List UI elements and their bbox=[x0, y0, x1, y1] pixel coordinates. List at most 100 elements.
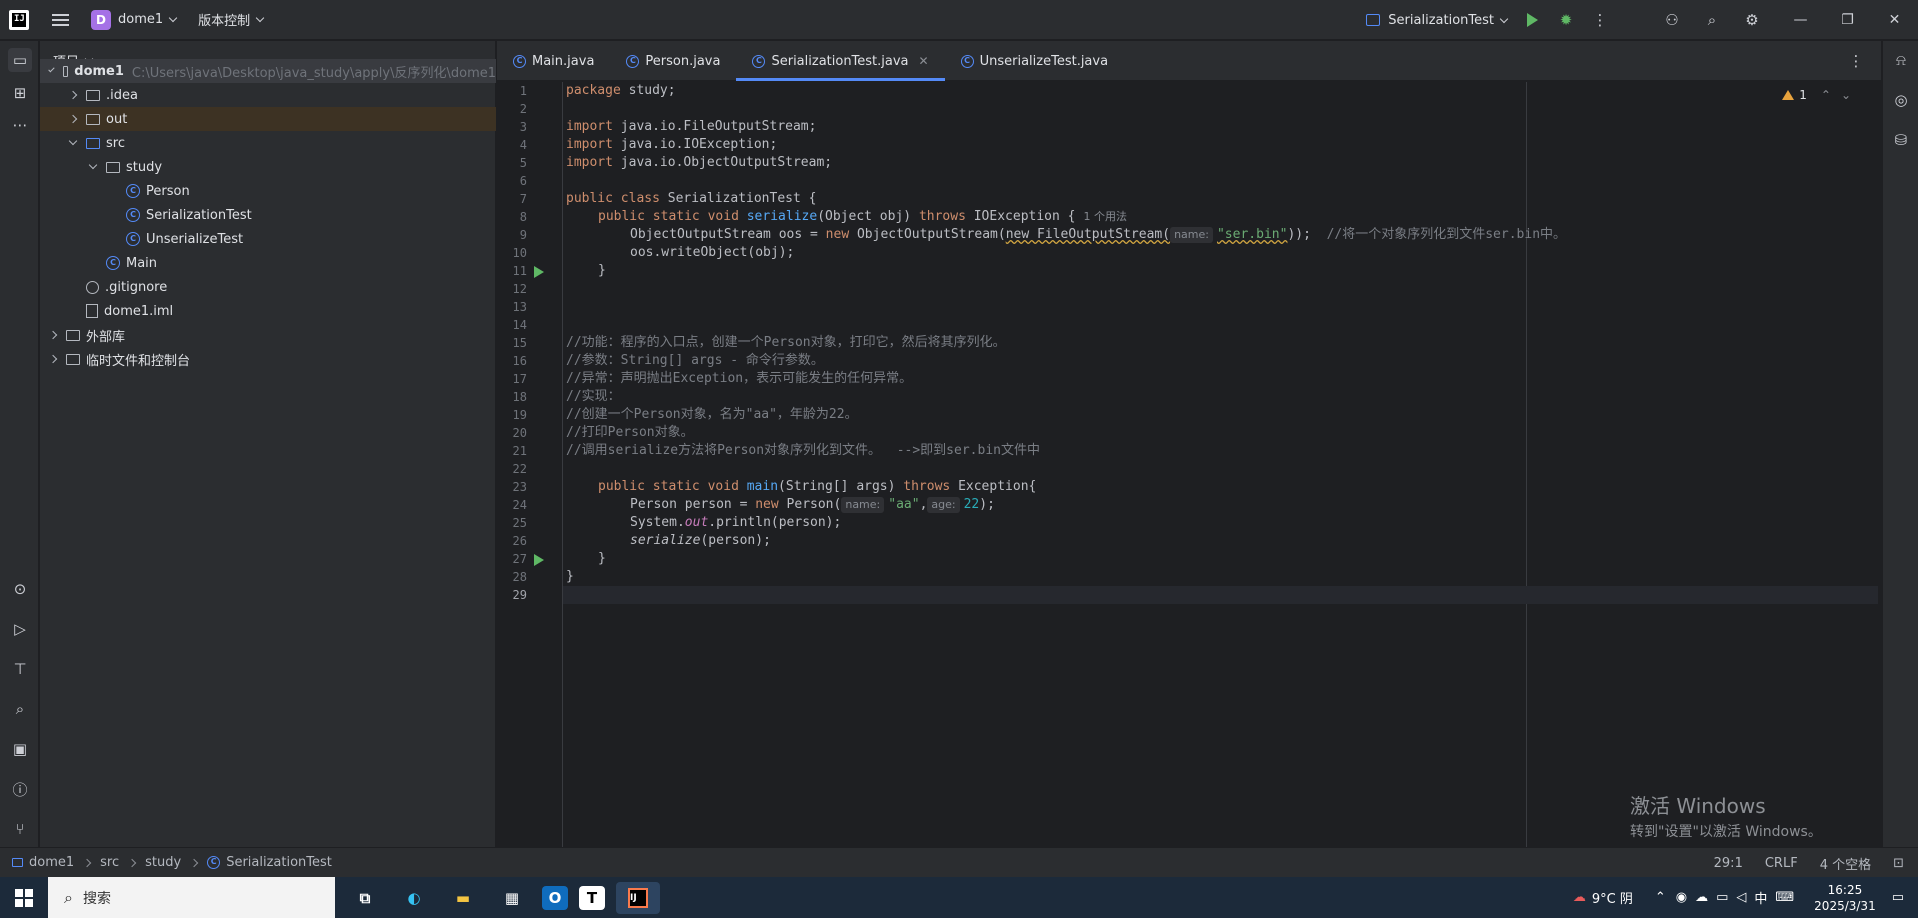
tree-item[interactable]: C Main bbox=[40, 251, 496, 275]
tree-item[interactable]: 临时文件和控制台 bbox=[40, 347, 496, 371]
tab-person-java[interactable]: C Person.java bbox=[610, 41, 736, 81]
tree-item[interactable]: study bbox=[40, 155, 496, 179]
chevron-down-icon[interactable] bbox=[88, 160, 98, 170]
tab-serializationtest-java[interactable]: C SerializationTest.java ✕ bbox=[736, 41, 945, 81]
vcs-menu[interactable]: 版本控制 bbox=[198, 10, 265, 29]
tab-main-java[interactable]: C Main.java bbox=[497, 41, 610, 81]
class-icon: C bbox=[207, 856, 221, 869]
chevron-right-icon[interactable] bbox=[48, 354, 58, 364]
run-main-icon[interactable] bbox=[534, 554, 544, 566]
file-explorer-button[interactable]: ▬ bbox=[444, 882, 482, 914]
git-tool-button[interactable]: ⑂ bbox=[8, 817, 32, 841]
inspection-widget[interactable]: 1 ⌃ ⌄ bbox=[1782, 88, 1851, 102]
tab-actions-button[interactable]: ⋮ bbox=[1845, 50, 1867, 72]
chevron-right-icon[interactable] bbox=[68, 114, 78, 124]
run-tool-button[interactable]: ▷ bbox=[8, 617, 32, 641]
line-number: 4 bbox=[519, 138, 527, 152]
notifications-button[interactable]: ⍾ bbox=[1889, 48, 1913, 72]
build-tool-button[interactable]: ⊤ bbox=[8, 657, 32, 681]
more-actions-button[interactable]: ⋮ bbox=[1589, 9, 1611, 31]
tree-item-label: dome1 bbox=[74, 63, 124, 79]
database-button[interactable]: ⛁ bbox=[1889, 128, 1913, 152]
run-button[interactable] bbox=[1521, 9, 1543, 31]
problems-tool-button[interactable]: ⓘ bbox=[8, 777, 32, 801]
more-tools-button[interactable]: ⋯ bbox=[8, 113, 32, 137]
intellij-logo-icon[interactable]: IJ bbox=[9, 9, 29, 30]
debug-button[interactable]: ✹ bbox=[1555, 9, 1577, 31]
chevron-down-icon[interactable] bbox=[68, 136, 78, 146]
class-icon: C bbox=[126, 208, 140, 222]
search-everywhere-button[interactable]: ⌕ bbox=[1701, 9, 1723, 31]
tree-item[interactable]: 外部库 bbox=[40, 323, 496, 347]
add-user-button[interactable]: ⚇ bbox=[1661, 9, 1683, 31]
services-tool-button[interactable]: ⊙ bbox=[8, 577, 32, 601]
chevron-right-icon[interactable] bbox=[48, 330, 58, 340]
keyboard-icon[interactable]: ⌨ bbox=[1775, 890, 1794, 905]
ime-indicator[interactable]: 中 bbox=[1754, 888, 1767, 907]
breadcrumb-item[interactable]: src bbox=[100, 855, 119, 870]
tree-item[interactable]: dome1.iml bbox=[40, 299, 496, 323]
volume-icon[interactable]: ◁ bbox=[1736, 890, 1746, 905]
warning-count: 1 bbox=[1799, 88, 1807, 102]
services-icon: ⊙ bbox=[13, 580, 27, 598]
typora-button[interactable]: T bbox=[579, 885, 605, 910]
store-button[interactable]: ▦ bbox=[493, 882, 531, 914]
close-tab-icon[interactable]: ✕ bbox=[919, 54, 929, 68]
tree-item[interactable]: out bbox=[40, 107, 496, 131]
tab-unserializetest-java[interactable]: C UnserializeTest.java bbox=[945, 41, 1124, 81]
chevron-down-icon bbox=[255, 13, 265, 23]
start-button[interactable] bbox=[0, 877, 48, 918]
tree-item-label: Main bbox=[126, 255, 158, 271]
minimize-button[interactable]: — bbox=[1777, 0, 1824, 40]
tab-label: UnserializeTest.java bbox=[979, 53, 1109, 69]
class-icon: C bbox=[126, 232, 140, 246]
record-icon[interactable]: ◉ bbox=[1676, 890, 1687, 905]
system-tray: ☁ 9°C 阴 ⌃ ◉ ☁ ▭ ◁ 中 ⌨ 16:25 2025/3/31 ▭ bbox=[1573, 877, 1918, 918]
run-class-icon[interactable] bbox=[534, 266, 544, 278]
project-switcher[interactable]: dome1 bbox=[118, 12, 178, 27]
chevron-down-icon[interactable] bbox=[48, 65, 55, 73]
chevron-right-icon[interactable] bbox=[68, 90, 78, 100]
breadcrumb-item[interactable]: study bbox=[145, 855, 181, 870]
search-icon: ⌕ bbox=[1707, 11, 1717, 29]
tree-item[interactable]: .idea bbox=[40, 83, 496, 107]
tree-item[interactable]: src bbox=[40, 131, 496, 155]
structure-tool-button[interactable]: ⊞ bbox=[8, 81, 32, 105]
project-badge[interactable]: D bbox=[91, 9, 111, 30]
line-number: 9 bbox=[519, 228, 527, 242]
breadcrumb-item[interactable]: SerializationTest bbox=[226, 855, 332, 870]
terminal-tool-button[interactable]: ▣ bbox=[8, 737, 32, 761]
line-number: 28 bbox=[512, 570, 527, 584]
find-tool-button[interactable]: ⌕ bbox=[8, 697, 32, 721]
cloud-icon[interactable]: ☁ bbox=[1695, 890, 1708, 905]
outlook-button[interactable]: O bbox=[542, 885, 568, 910]
taskbar-search[interactable]: ⌕ 搜索 bbox=[48, 877, 335, 918]
breadcrumb-item[interactable]: dome1 bbox=[29, 855, 74, 870]
tree-item[interactable]: C UnserializeTest bbox=[40, 227, 496, 251]
caret-position[interactable]: 29:1 bbox=[1714, 856, 1743, 871]
lock-icon[interactable]: ⊡ bbox=[1893, 856, 1904, 871]
tree-item[interactable]: C SerializationTest bbox=[40, 203, 496, 227]
close-button[interactable]: ✕ bbox=[1871, 0, 1918, 40]
ai-assistant-button[interactable]: ◎ bbox=[1889, 88, 1913, 112]
weather-text[interactable]: 9°C 阴 bbox=[1592, 888, 1633, 907]
edge-button[interactable]: ◐ bbox=[395, 882, 433, 914]
task-view-button[interactable]: ⧉ bbox=[346, 882, 384, 914]
intellij-taskbar-button[interactable]: IJ bbox=[616, 881, 660, 914]
restore-button[interactable]: ❐ bbox=[1824, 0, 1871, 40]
tree-item[interactable]: C Person bbox=[40, 179, 496, 203]
chevron-up-icon[interactable]: ⌃ bbox=[1821, 88, 1831, 102]
tree-item[interactable]: .gitignore bbox=[40, 275, 496, 299]
main-menu-icon[interactable] bbox=[52, 13, 69, 27]
tree-item[interactable]: dome1 C:\Users\java\Desktop\java_study\ap… bbox=[40, 59, 496, 83]
network-icon[interactable]: ▭ bbox=[1716, 890, 1728, 905]
chevron-down-icon[interactable]: ⌄ bbox=[1841, 88, 1851, 102]
chevron-up-icon[interactable]: ⌃ bbox=[1655, 890, 1666, 905]
settings-button[interactable]: ⚙ bbox=[1741, 9, 1763, 31]
run-configuration-selector[interactable]: SerializationTest bbox=[1366, 13, 1509, 28]
line-separator[interactable]: CRLF bbox=[1765, 856, 1798, 871]
indent-setting[interactable]: 4 个空格 bbox=[1820, 854, 1871, 873]
notification-center-icon[interactable]: ▭ bbox=[1892, 890, 1904, 905]
clock[interactable]: 16:25 2025/3/31 bbox=[1814, 882, 1876, 914]
project-tool-button[interactable]: ▭ bbox=[8, 48, 32, 72]
